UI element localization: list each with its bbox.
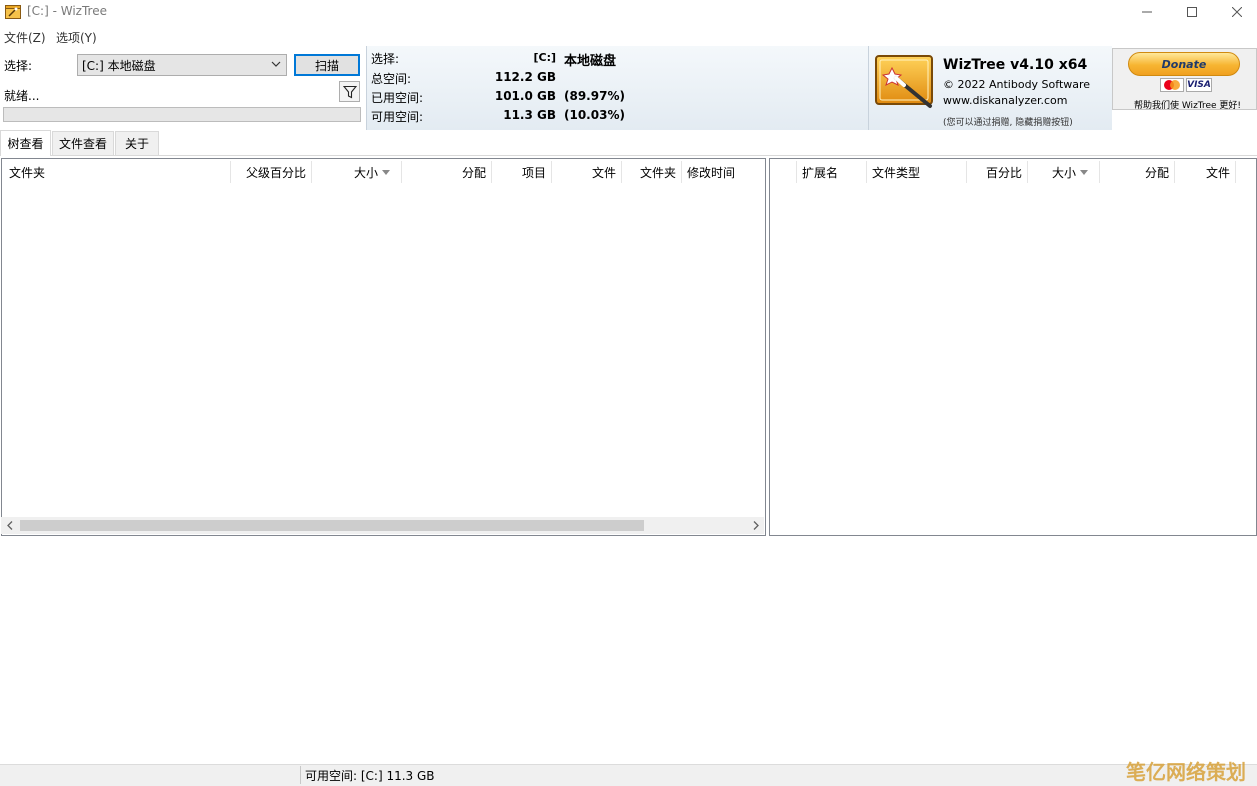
free-space-label: 可用空间: <box>371 110 424 124</box>
brand-website-link[interactable]: www.diskanalyzer.com <box>943 94 1068 107</box>
tab-file-view[interactable]: 文件查看 <box>52 131 114 155</box>
minimize-button[interactable] <box>1124 0 1170 24</box>
scan-progress-bar <box>3 107 361 122</box>
column-header-allocated[interactable]: 分配 <box>402 161 491 183</box>
scan-button[interactable]: 扫描 <box>294 54 360 76</box>
menu-file[interactable]: 文件(Z) <box>4 29 46 46</box>
close-button[interactable] <box>1214 0 1257 24</box>
column-header-percent[interactable]: 百分比 <box>967 161 1027 183</box>
column-header-folder[interactable]: 文件夹 <box>9 161 229 183</box>
column-separator[interactable] <box>1235 161 1236 183</box>
column-header-size[interactable]: 大小 <box>1028 161 1099 183</box>
scrollbar-thumb[interactable] <box>20 520 644 531</box>
chevron-down-icon <box>271 59 281 72</box>
used-space-label: 已用空间: <box>371 91 424 105</box>
sort-descending-icon <box>382 169 390 175</box>
maximize-button[interactable] <box>1169 0 1215 24</box>
filter-button[interactable] <box>339 81 360 102</box>
donate-help-text: 帮助我们使 WizTree 更好! <box>1134 101 1242 111</box>
title-bar <box>0 0 1257 24</box>
maximize-icon <box>1187 7 1197 17</box>
info-select-drive: [C:] <box>533 51 556 64</box>
column-header-folders[interactable]: 文件夹 <box>622 161 681 183</box>
free-space-percent: (10.03%) <box>564 108 625 122</box>
window-title: [C:] - WizTree <box>27 4 107 18</box>
watermark: 笔亿网络策划 <box>1126 760 1246 784</box>
column-header-files[interactable]: 文件 <box>552 161 621 183</box>
horizontal-scrollbar[interactable] <box>1 517 764 534</box>
column-header-file-type[interactable]: 文件类型 <box>872 161 966 183</box>
column-header-allocated[interactable]: 分配 <box>1100 161 1174 183</box>
brand-copyright: © 2022 Antibody Software <box>943 78 1091 91</box>
column-separator[interactable] <box>866 161 867 183</box>
menu-bar: 文件(Z) 选项(Y) <box>0 26 1257 46</box>
column-header-extension[interactable]: 扩展名 <box>802 161 864 183</box>
total-space-value: 112.2 GB <box>494 70 556 84</box>
column-header-modified[interactable]: 修改时间 <box>687 161 762 183</box>
sort-descending-icon <box>1080 169 1088 175</box>
wiztree-logo <box>874 52 938 110</box>
total-space-label: 总空间: <box>371 72 412 86</box>
tab-tree-view[interactable]: 树查看 <box>0 130 51 156</box>
menu-options[interactable]: 选项(Y) <box>56 29 97 46</box>
mastercard-icon <box>1160 78 1184 92</box>
drive-select-value: [C:] 本地磁盘 <box>82 58 156 73</box>
scroll-left-icon[interactable] <box>1 517 18 534</box>
info-select-name: 本地磁盘 <box>564 54 617 69</box>
column-header-size-label: 大小 <box>1051 165 1076 180</box>
wiztree-app-icon <box>5 4 21 19</box>
status-bar <box>0 764 1257 786</box>
status-free-space: 可用空间: [C:] 11.3 GB <box>305 769 435 783</box>
brand-donate-note: (您可以通过捐赠, 隐藏捐赠按钮) <box>943 118 1073 128</box>
used-space-value: 101.0 GB <box>494 89 556 103</box>
minimize-icon <box>1142 11 1152 13</box>
info-select-label: 选择: <box>371 52 400 66</box>
donate-button[interactable]: Donate <box>1128 52 1240 76</box>
file-types-pane[interactable]: 扩展名 文件类型 百分比 大小 分配 文件 <box>769 158 1257 536</box>
visa-icon: VISA <box>1186 78 1212 92</box>
column-header-size[interactable]: 大小 <box>312 161 401 183</box>
close-icon <box>1232 7 1242 17</box>
status-bar-divider <box>300 766 301 784</box>
filter-icon <box>342 85 357 98</box>
tab-bar <box>0 130 1257 156</box>
status-text: 就绪... <box>4 89 40 103</box>
column-header-items[interactable]: 项目 <box>492 161 551 183</box>
select-label: 选择: <box>4 59 33 73</box>
tab-about[interactable]: 关于 <box>115 131 159 155</box>
folder-tree-pane[interactable]: 文件夹 父级百分比 大小 分配 项目 文件 文件夹 修改时间 <box>1 158 766 536</box>
column-separator[interactable] <box>796 161 797 183</box>
column-separator[interactable] <box>681 161 682 183</box>
used-space-percent: (89.97%) <box>564 89 625 103</box>
scroll-right-icon[interactable] <box>747 517 764 534</box>
drive-select[interactable]: [C:] 本地磁盘 <box>77 54 287 76</box>
free-space-value: 11.3 GB <box>503 108 556 122</box>
column-header-parent-percent[interactable]: 父级百分比 <box>231 161 311 183</box>
column-header-size-label: 大小 <box>353 165 378 180</box>
column-header-files[interactable]: 文件 <box>1175 161 1235 183</box>
brand-title: WizTree v4.10 x64 <box>943 57 1088 73</box>
